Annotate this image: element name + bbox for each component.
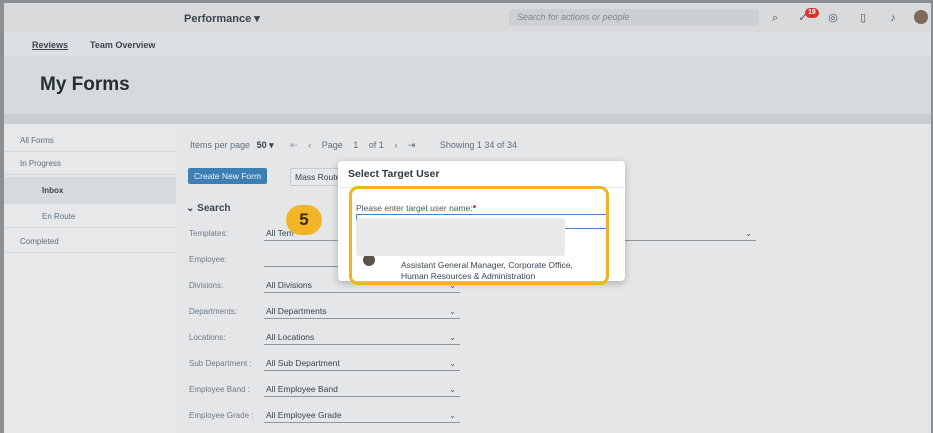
- sidebar-item-label: In Progress: [20, 159, 61, 168]
- shell-bar: Performance ▾ Search for actions or peop…: [4, 3, 931, 32]
- page-number-input[interactable]: 1: [353, 140, 358, 150]
- sidebar-item-completed[interactable]: Completed: [4, 230, 176, 253]
- page-of-label: of 1: [368, 140, 384, 150]
- sidebar-item-en-route[interactable]: En Route: [4, 205, 176, 228]
- tab-reviews[interactable]: Reviews: [32, 40, 68, 50]
- last-page-icon[interactable]: ⇥: [408, 140, 416, 151]
- employee-grade-select[interactable]: All Employee Grade ⌄: [264, 408, 460, 423]
- page-header: My Forms: [4, 56, 931, 114]
- filter-value: All Employee Grade: [266, 410, 342, 420]
- filter-label: Employee Grade :: [189, 411, 254, 420]
- filter-label: Templates:: [189, 229, 228, 238]
- notification-count-badge: 19: [805, 8, 819, 18]
- chevron-down-icon: ⌄: [745, 229, 752, 238]
- employee-band-select[interactable]: All Employee Band ⌄: [264, 382, 460, 397]
- filter-value: All Employee Band: [266, 384, 338, 394]
- pagination-bar: Items per page 50 ▾ ⇤ ‹ Page 1 of 1 › ⇥ …: [190, 140, 517, 151]
- app-title-menu[interactable]: Performance ▾: [184, 12, 260, 25]
- prev-page-icon[interactable]: ‹: [308, 140, 311, 150]
- highlight-box: [349, 186, 609, 285]
- create-new-form-button[interactable]: Create New Form: [188, 168, 268, 184]
- sidebar-item-inbox[interactable]: Inbox: [4, 177, 176, 204]
- sidebar-item-label: All Forms: [20, 136, 54, 145]
- items-per-page-label: Items per page: [190, 140, 251, 150]
- next-page-icon[interactable]: ›: [394, 140, 397, 150]
- sidebar-item-label: Completed: [20, 237, 59, 246]
- sidebar-item-all-forms[interactable]: All Forms: [4, 129, 176, 152]
- filter-value: All Sub Department: [266, 358, 340, 368]
- filter-value: All Departments: [266, 306, 327, 316]
- search-placeholder: Search for actions or people: [517, 12, 630, 22]
- dialog-title: Select Target User: [348, 168, 440, 180]
- filter-value: All Locations: [266, 332, 315, 342]
- items-per-page-select[interactable]: 50 ▾: [257, 140, 274, 151]
- filter-label: Employee:: [189, 255, 227, 264]
- filter-label: Divisions:: [189, 281, 224, 290]
- filter-label: Locations:: [189, 333, 226, 342]
- search-icon[interactable]: ⌕: [768, 11, 782, 25]
- book-icon[interactable]: ▯: [856, 11, 870, 25]
- filter-label: Employee Band :: [189, 385, 250, 394]
- filter-value: All Divisions: [266, 280, 312, 290]
- showing-count: Showing 1 34 of 34: [439, 140, 517, 150]
- sidebar-item-label: Inbox: [42, 186, 64, 195]
- page-label: Page: [321, 140, 343, 150]
- step-number-badge: 5: [286, 205, 322, 235]
- sub-navigation: Reviews Team Overview: [4, 32, 931, 56]
- chevron-down-icon: ⌄: [449, 411, 456, 420]
- sidebar-item-in-progress[interactable]: In Progress: [4, 152, 176, 175]
- header-divider: [4, 114, 931, 124]
- departments-select[interactable]: All Departments ⌄: [264, 304, 460, 319]
- first-page-icon[interactable]: ⇤: [290, 140, 298, 151]
- chevron-down-icon: ⌄: [449, 333, 456, 342]
- items-per-page-value: 50: [256, 140, 267, 150]
- page-title: My Forms: [40, 74, 130, 95]
- filter-label: Sub Department :: [189, 359, 252, 368]
- chevron-down-icon: ⌄: [449, 385, 456, 394]
- sub-department-select[interactable]: All Sub Department ⌄: [264, 356, 460, 371]
- bell-icon[interactable]: ♪: [886, 11, 900, 25]
- chevron-down-icon: ⌄: [449, 307, 456, 316]
- user-avatar[interactable]: [914, 10, 928, 24]
- sidebar: All Forms In Progress Inbox En Route Com…: [4, 124, 176, 433]
- locations-select[interactable]: All Locations ⌄: [264, 330, 460, 345]
- employee-input[interactable]: [264, 252, 344, 267]
- global-search-input[interactable]: Search for actions or people: [509, 9, 759, 26]
- search-section-toggle[interactable]: ⌄ Search: [186, 203, 231, 214]
- tab-team-overview[interactable]: Team Overview: [90, 40, 155, 50]
- chevron-down-icon: ⌄: [449, 359, 456, 368]
- filter-label: Departments:: [189, 307, 238, 316]
- sidebar-item-label: En Route: [42, 212, 76, 221]
- assistant-icon[interactable]: ◎: [826, 11, 840, 25]
- search-heading: Search: [197, 203, 231, 214]
